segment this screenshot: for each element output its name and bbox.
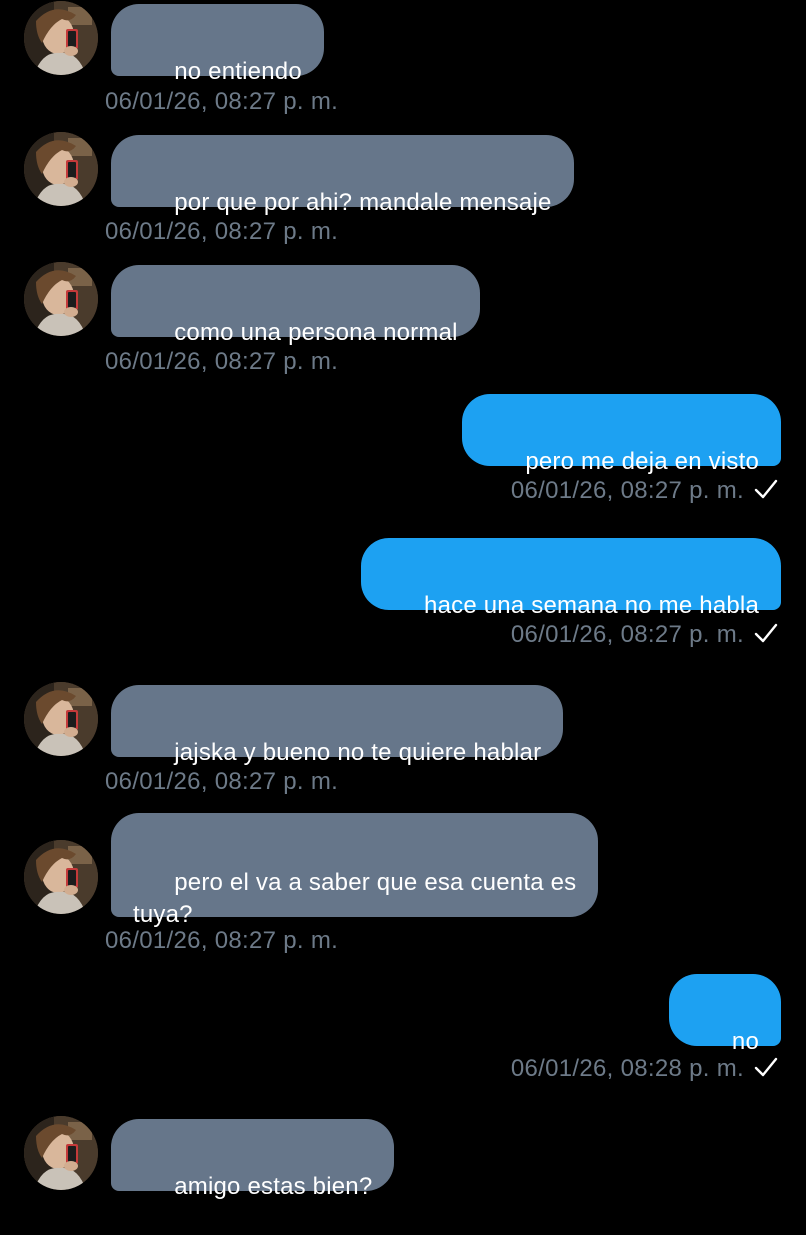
avatar[interactable] (24, 840, 98, 914)
message-timestamp: 06/01/26, 08:27 p. m. (105, 348, 339, 375)
message-timestamp: 06/01/26, 08:27 p. m. (511, 620, 778, 650)
message-text: amigo estas bien? (174, 1173, 373, 1200)
message-text: no (731, 1028, 759, 1055)
message-text: pero el va a saber que esa cuenta es tuy… (133, 869, 577, 928)
avatar[interactable] (24, 1, 98, 75)
message-timestamp: 06/01/26, 08:27 p. m. (105, 768, 339, 795)
message-thread: no entiendo 06/01/26, 08:27 p. m. por qu… (0, 0, 806, 1200)
message-text: pero me deja en visto (525, 448, 759, 475)
avatar[interactable] (24, 1116, 98, 1190)
message-bubble-outgoing[interactable]: pero me deja en visto (462, 394, 781, 475)
avatar-image (24, 132, 98, 206)
message-timestamp: 06/01/26, 08:28 p. m. (511, 1054, 778, 1084)
message-bubble-incoming[interactable]: pero el va a saber que esa cuenta es tuy… (111, 813, 599, 928)
message-timestamp: 06/01/26, 08:27 p. m. (511, 476, 778, 506)
timestamp-text: 06/01/26, 08:27 p. m. (510, 477, 744, 504)
timestamp-text: 06/01/26, 08:27 p. m. (510, 621, 744, 648)
avatar[interactable] (24, 132, 98, 206)
avatar-image (24, 682, 98, 756)
check-icon (754, 1057, 778, 1077)
avatar-image (24, 1116, 98, 1190)
message-bubble-outgoing[interactable]: hace una semana no me habla (360, 538, 781, 619)
avatar[interactable] (24, 682, 98, 756)
message-text: por que por ahi? mandale mensaje (174, 189, 552, 216)
message-bubble-incoming[interactable]: no entiendo (111, 4, 324, 85)
check-icon (754, 479, 778, 499)
message-bubble-incoming[interactable]: jajska y bueno no te quiere hablar (111, 685, 564, 766)
message-text: no entiendo (174, 58, 302, 85)
message-timestamp: 06/01/26, 08:27 p. m. (105, 88, 339, 115)
message-bubble-incoming[interactable]: por que por ahi? mandale mensaje (111, 135, 574, 216)
message-timestamp: 06/01/26, 08:27 p. m. (105, 218, 339, 245)
avatar[interactable] (24, 262, 98, 336)
message-bubble-outgoing[interactable]: no (668, 974, 781, 1055)
message-text: hace una semana no me habla (424, 592, 759, 619)
avatar-image (24, 1, 98, 75)
timestamp-text: 06/01/26, 08:28 p. m. (510, 1055, 744, 1082)
message-timestamp: 06/01/26, 08:27 p. m. (105, 927, 339, 954)
message-bubble-incoming[interactable]: como una persona normal (111, 265, 480, 346)
message-text: como una persona normal (174, 319, 458, 346)
check-icon (754, 623, 778, 643)
message-bubble-incoming[interactable]: amigo estas bien? (111, 1119, 395, 1200)
message-text: jajska y bueno no te quiere hablar (174, 739, 542, 766)
avatar-image (24, 262, 98, 336)
avatar-image (24, 840, 98, 914)
